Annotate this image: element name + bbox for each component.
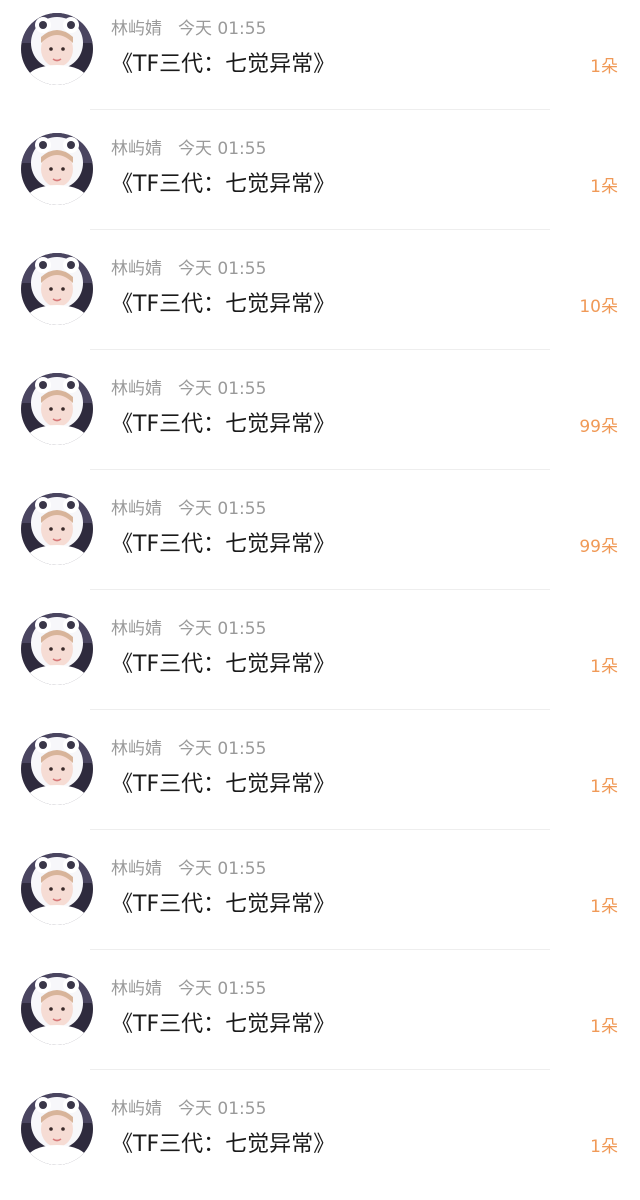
list-item[interactable]: 林屿婧 今天 01:55 《TF三代：七觉异常》 1朵 xyxy=(0,600,640,720)
divider xyxy=(90,949,550,950)
list-item[interactable]: 林屿婧 今天 01:55 《TF三代：七觉异常》 99朵 xyxy=(0,480,640,600)
user-name: 林屿婧 xyxy=(111,739,162,759)
avatar[interactable] xyxy=(21,973,93,1045)
message-text: 《TF三代：七觉异常》 xyxy=(111,772,336,797)
message-meta: 林屿婧 今天 01:55 xyxy=(111,498,266,520)
message-meta: 林屿婧 今天 01:55 xyxy=(111,618,266,640)
gift-count: 1朵 xyxy=(590,777,618,797)
avatar[interactable] xyxy=(21,853,93,925)
list-item[interactable]: 林屿婧 今天 01:55 《TF三代：七觉异常》 1朵 xyxy=(0,720,640,840)
gift-count: 1朵 xyxy=(590,57,618,77)
gift-count: 1朵 xyxy=(590,177,618,197)
gift-count: 1朵 xyxy=(590,657,618,677)
message-text: 《TF三代：七觉异常》 xyxy=(111,1132,336,1157)
message-list: 林屿婧 今天 01:55 《TF三代：七觉异常》 1朵 林屿婧 今天 01:55 《… xyxy=(0,0,640,1186)
message-text: 《TF三代：七觉异常》 xyxy=(111,652,336,677)
user-name: 林屿婧 xyxy=(111,259,162,279)
message-time: 今天 01:55 xyxy=(178,1099,267,1119)
message-time: 今天 01:55 xyxy=(178,619,267,639)
message-meta: 林屿婧 今天 01:55 xyxy=(111,1098,266,1120)
message-text: 《TF三代：七觉异常》 xyxy=(111,292,336,317)
avatar[interactable] xyxy=(21,733,93,805)
divider xyxy=(90,109,550,110)
message-text: 《TF三代：七觉异常》 xyxy=(111,1012,336,1037)
gift-count: 10朵 xyxy=(579,297,618,317)
message-meta: 林屿婧 今天 01:55 xyxy=(111,738,266,760)
avatar[interactable] xyxy=(21,1093,93,1165)
message-meta: 林屿婧 今天 01:55 xyxy=(111,378,266,400)
divider xyxy=(90,709,550,710)
user-name: 林屿婧 xyxy=(111,19,162,39)
message-time: 今天 01:55 xyxy=(178,379,267,399)
list-item[interactable]: 林屿婧 今天 01:55 《TF三代：七觉异常》 1朵 xyxy=(0,120,640,240)
message-time: 今天 01:55 xyxy=(178,499,267,519)
avatar[interactable] xyxy=(21,253,93,325)
list-item[interactable]: 林屿婧 今天 01:55 《TF三代：七觉异常》 1朵 xyxy=(0,1080,640,1200)
message-meta: 林屿婧 今天 01:55 xyxy=(111,258,266,280)
list-item[interactable]: 林屿婧 今天 01:55 《TF三代：七觉异常》 99朵 xyxy=(0,360,640,480)
message-meta: 林屿婧 今天 01:55 xyxy=(111,18,266,40)
user-name: 林屿婧 xyxy=(111,859,162,879)
avatar[interactable] xyxy=(21,493,93,565)
divider xyxy=(90,1069,550,1070)
divider xyxy=(90,469,550,470)
message-time: 今天 01:55 xyxy=(178,739,267,759)
gift-count: 99朵 xyxy=(579,417,618,437)
user-name: 林屿婧 xyxy=(111,1099,162,1119)
avatar[interactable] xyxy=(21,373,93,445)
message-meta: 林屿婧 今天 01:55 xyxy=(111,858,266,880)
list-item[interactable]: 林屿婧 今天 01:55 《TF三代：七觉异常》 1朵 xyxy=(0,0,640,120)
divider xyxy=(90,349,550,350)
message-text: 《TF三代：七觉异常》 xyxy=(111,172,336,197)
message-meta: 林屿婧 今天 01:55 xyxy=(111,978,266,1000)
message-meta: 林屿婧 今天 01:55 xyxy=(111,138,266,160)
gift-count: 99朵 xyxy=(579,537,618,557)
list-item[interactable]: 林屿婧 今天 01:55 《TF三代：七觉异常》 10朵 xyxy=(0,240,640,360)
divider xyxy=(90,589,550,590)
list-item[interactable]: 林屿婧 今天 01:55 《TF三代：七觉异常》 1朵 xyxy=(0,960,640,1080)
message-text: 《TF三代：七觉异常》 xyxy=(111,532,336,557)
user-name: 林屿婧 xyxy=(111,619,162,639)
message-time: 今天 01:55 xyxy=(178,139,267,159)
avatar[interactable] xyxy=(21,13,93,85)
message-time: 今天 01:55 xyxy=(178,19,267,39)
divider xyxy=(90,829,550,830)
gift-count: 1朵 xyxy=(590,1137,618,1157)
avatar[interactable] xyxy=(21,133,93,205)
divider xyxy=(90,229,550,230)
gift-count: 1朵 xyxy=(590,897,618,917)
gift-count: 1朵 xyxy=(590,1017,618,1037)
user-name: 林屿婧 xyxy=(111,499,162,519)
avatar[interactable] xyxy=(21,613,93,685)
message-text: 《TF三代：七觉异常》 xyxy=(111,52,336,77)
user-name: 林屿婧 xyxy=(111,139,162,159)
message-text: 《TF三代：七觉异常》 xyxy=(111,412,336,437)
message-time: 今天 01:55 xyxy=(178,259,267,279)
list-item[interactable]: 林屿婧 今天 01:55 《TF三代：七觉异常》 1朵 xyxy=(0,840,640,960)
user-name: 林屿婧 xyxy=(111,379,162,399)
user-name: 林屿婧 xyxy=(111,979,162,999)
message-time: 今天 01:55 xyxy=(178,979,267,999)
message-text: 《TF三代：七觉异常》 xyxy=(111,892,336,917)
message-time: 今天 01:55 xyxy=(178,859,267,879)
